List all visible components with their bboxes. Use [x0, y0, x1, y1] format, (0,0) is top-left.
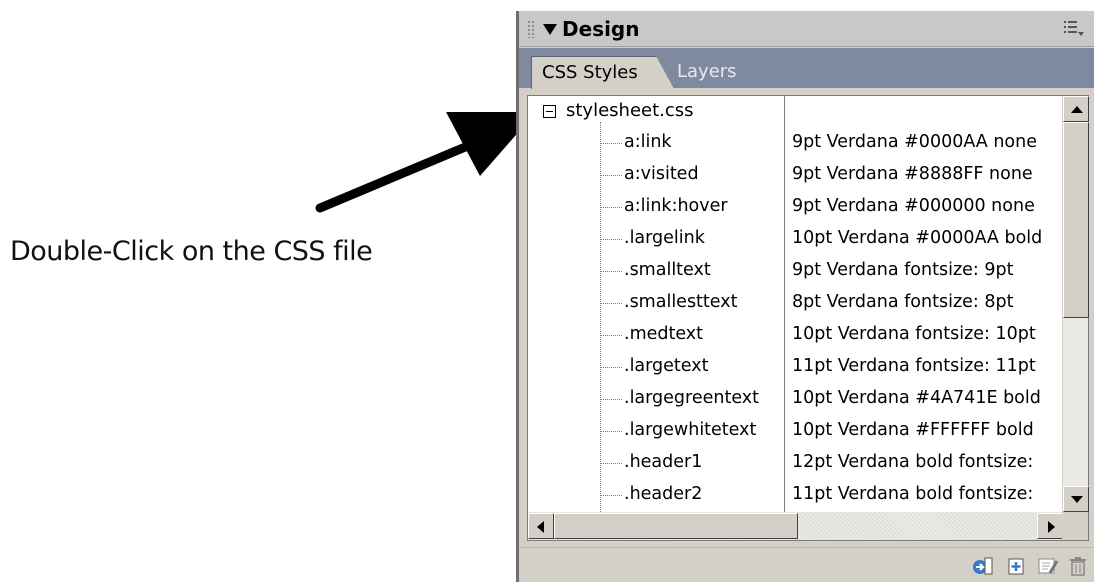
- scroll-up-button[interactable]: [1063, 96, 1089, 122]
- rule-selector[interactable]: a:link: [624, 132, 672, 152]
- panel-toolbar: [519, 547, 1094, 582]
- rule-properties: 8pt Verdana fontsize: 8pt: [792, 292, 1014, 312]
- arrow-up-icon: [1071, 106, 1083, 113]
- rule-selector[interactable]: .largetext: [624, 356, 708, 376]
- tree-root-row[interactable]: stylesheet.css: [528, 96, 1063, 128]
- panel-title[interactable]: Design: [562, 17, 639, 41]
- tree-rows: stylesheet.css a:link 9pt Verdana #0000A…: [528, 96, 1063, 512]
- rule-row[interactable]: .largewhitetext 10pt Verdana #FFFFFF bol…: [528, 416, 1063, 448]
- new-css-rule-icon[interactable]: [1005, 555, 1027, 577]
- attach-stylesheet-icon[interactable]: [971, 555, 993, 577]
- rule-row[interactable]: .smallesttext 8pt Verdana fontsize: 8pt: [528, 288, 1063, 320]
- arrow-right-icon: [1048, 521, 1055, 533]
- rule-row[interactable]: .smalltext 9pt Verdana fontsize: 9pt: [528, 256, 1063, 288]
- scroll-corner: [1062, 512, 1088, 540]
- rule-properties: 10pt Verdana fontsize: 10pt: [792, 324, 1036, 344]
- rule-properties: 10pt Verdana #0000AA bold: [792, 228, 1043, 248]
- rule-row[interactable]: .header1 12pt Verdana bold fontsize:: [528, 448, 1063, 480]
- scroll-down-button[interactable]: [1063, 486, 1089, 512]
- column-divider[interactable]: [784, 96, 785, 512]
- stylesheet-name[interactable]: stylesheet.css: [566, 100, 694, 121]
- rule-row[interactable]: .largetext 11pt Verdana fontsize: 11pt: [528, 352, 1063, 384]
- rule-properties: 9pt Verdana fontsize: 9pt: [792, 260, 1014, 280]
- collapse-minus-icon[interactable]: [543, 105, 556, 118]
- tab-css-styles[interactable]: CSS Styles: [531, 56, 674, 89]
- rule-selector[interactable]: .largewhitetext: [624, 420, 756, 440]
- annotation-text: Double-Click on the CSS file: [10, 236, 373, 267]
- vertical-scroll-thumb[interactable]: [1063, 122, 1089, 318]
- delete-icon[interactable]: [1067, 555, 1089, 577]
- rule-properties: 11pt Verdana bold fontsize:: [792, 484, 1034, 504]
- vertical-scrollbar[interactable]: [1062, 96, 1089, 512]
- scroll-right-button[interactable]: [1037, 513, 1063, 539]
- triangle-down-icon[interactable]: [543, 24, 557, 35]
- rule-row[interactable]: a:link 9pt Verdana #0000AA none: [528, 128, 1063, 160]
- scroll-left-button[interactable]: [528, 513, 554, 539]
- arrow-down-icon: [1071, 496, 1083, 503]
- rule-properties: 11pt Verdana fontsize: 11pt: [792, 356, 1036, 376]
- tab-layers[interactable]: Layers: [677, 61, 737, 82]
- rule-row[interactable]: .header2 11pt Verdana bold fontsize:: [528, 480, 1063, 512]
- rule-properties: 9pt Verdana #000000 none: [792, 196, 1035, 216]
- rule-selector[interactable]: .smalltext: [624, 260, 711, 280]
- rule-row[interactable]: a:link:hover 9pt Verdana #000000 none: [528, 192, 1063, 224]
- grip-icon[interactable]: [527, 20, 535, 38]
- rule-selector[interactable]: .largelink: [624, 228, 705, 248]
- rule-row[interactable]: .largegreentext 10pt Verdana #4A741E bol…: [528, 384, 1063, 416]
- rule-selector[interactable]: .smallesttext: [624, 292, 737, 312]
- design-panel: Design CSS Styles Layers stylesheet.css …: [516, 11, 1094, 582]
- rule-properties: 10pt Verdana #4A741E bold: [792, 388, 1041, 408]
- edit-style-icon[interactable]: [1037, 555, 1059, 577]
- rule-row[interactable]: .medtext 10pt Verdana fontsize: 10pt: [528, 320, 1063, 352]
- horizontal-scrollbar[interactable]: [528, 512, 1063, 540]
- rule-selector[interactable]: a:link:hover: [624, 196, 728, 216]
- tab-strip: CSS Styles Layers: [519, 48, 1094, 89]
- rule-row[interactable]: a:visited 9pt Verdana #8888FF none: [528, 160, 1063, 192]
- rule-properties: 9pt Verdana #0000AA none: [792, 132, 1037, 152]
- rule-selector[interactable]: .header2: [624, 484, 702, 504]
- rule-selector[interactable]: .medtext: [624, 324, 703, 344]
- rule-selector[interactable]: a:visited: [624, 164, 699, 184]
- rule-row[interactable]: .largelink 10pt Verdana #0000AA bold: [528, 224, 1063, 256]
- rule-properties: 10pt Verdana #FFFFFF bold: [792, 420, 1034, 440]
- rule-properties: 12pt Verdana bold fontsize:: [792, 452, 1034, 472]
- panel-titlebar[interactable]: Design: [519, 11, 1094, 47]
- rule-properties: 9pt Verdana #8888FF none: [792, 164, 1033, 184]
- rule-selector[interactable]: .largegreentext: [624, 388, 759, 408]
- css-rules-tree: stylesheet.css a:link 9pt Verdana #0000A…: [527, 95, 1089, 541]
- list-menu-icon[interactable]: [1064, 20, 1084, 38]
- rule-selector[interactable]: .header1: [624, 452, 702, 472]
- horizontal-scroll-thumb[interactable]: [554, 513, 798, 539]
- arrow-left-icon: [537, 521, 544, 533]
